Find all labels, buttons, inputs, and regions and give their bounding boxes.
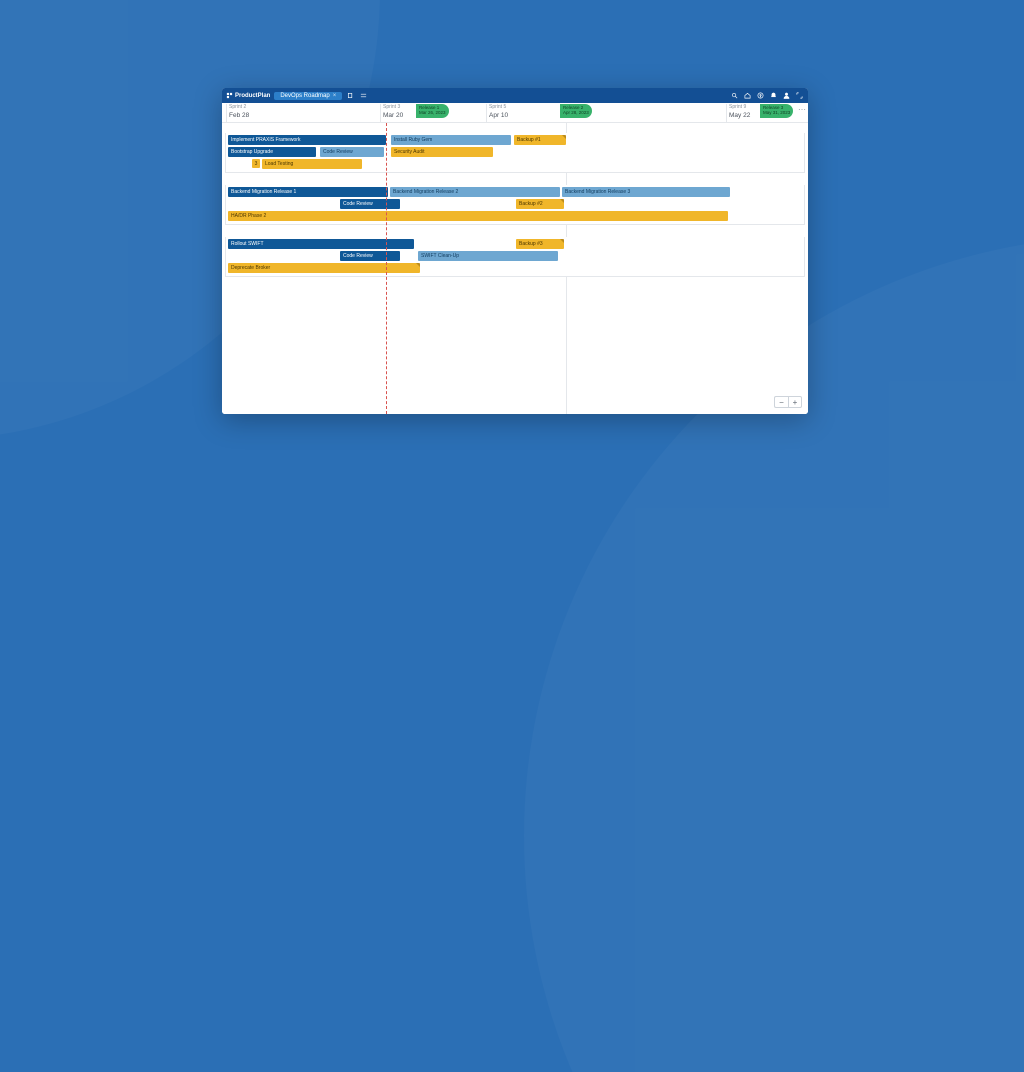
release-marker[interactable]: Release 1Mar 26, 2023 — [416, 104, 449, 118]
section-group: Implement PRAXIS Framework Install Ruby G… — [225, 133, 805, 173]
roadmap-bar[interactable]: Load Testing — [262, 159, 362, 169]
close-pill-icon[interactable]: × — [333, 93, 337, 99]
user-icon[interactable] — [782, 91, 791, 100]
chevron-down-icon: ▾ — [225, 177, 228, 184]
expand-icon[interactable] — [795, 91, 804, 100]
zoom-out-button[interactable]: − — [774, 396, 788, 408]
search-icon[interactable] — [730, 91, 739, 100]
timeline-tick: Sprint 2Feb 28 — [226, 104, 249, 122]
section-header[interactable]: ▾Product 1 — [222, 123, 808, 133]
roadmap-bar[interactable]: Backup #1 — [514, 135, 566, 145]
timeline-header: ⋯ Sprint 2Feb 28 Sprint 3Mar 20 Sprint 5Ap… — [222, 103, 808, 123]
timeline-tick: Sprint 9May 22 — [726, 104, 750, 122]
header-options-icon[interactable]: ⋯ — [798, 105, 806, 114]
brand[interactable]: ProductPlan — [226, 92, 270, 99]
roadmap-bar[interactable]: Code Review — [320, 147, 384, 157]
roadmap-bar[interactable]: Backup #2 — [516, 199, 564, 209]
count-badge[interactable]: 3 — [252, 159, 260, 168]
release-marker[interactable]: Release 2Apr 28, 2023 — [560, 104, 592, 118]
roadmap-bar[interactable]: SWIFT Clean-Up — [418, 251, 558, 261]
zoom-control: − + — [774, 396, 802, 408]
chevron-down-icon: ▾ — [225, 229, 228, 236]
chevron-down-icon: ▾ — [225, 125, 228, 132]
release-marker[interactable]: Release 3May 31, 2023 — [760, 104, 793, 118]
roadmap-bar[interactable]: Security Audit — [391, 147, 493, 157]
section-header[interactable]: ▾Product 3 — [222, 227, 808, 237]
zoom-in-button[interactable]: + — [788, 396, 802, 408]
roadmap-bar[interactable]: Bootstrap Upgrade — [228, 147, 316, 157]
roadmap-bar[interactable]: Install Ruby Gem — [391, 135, 511, 145]
brand-label: ProductPlan — [235, 93, 270, 99]
roadmap-bar[interactable]: Backend Migration Release 1 — [228, 187, 388, 197]
timeline-tick: Sprint 5Apr 10 — [486, 104, 508, 122]
roadmap-pill[interactable]: DevOps Roadmap × — [274, 92, 342, 100]
roadmap-bar[interactable]: Code Review — [340, 251, 400, 261]
arrows-icon[interactable] — [359, 91, 368, 100]
roadmap-bar[interactable]: Rollout SWIFT — [228, 239, 414, 249]
bell-icon[interactable] — [769, 91, 778, 100]
section-group: Backend Migration Release 1Backend Migra… — [225, 185, 805, 225]
roadmap-bar[interactable]: Implement PRAXIS Framework — [228, 135, 386, 145]
top-bar: ProductPlan DevOps Roadmap × ? — [222, 88, 808, 103]
roadmap-bar[interactable]: HA/DR Phase 2 — [228, 211, 728, 221]
section-group: Rollout SWIFT Backup #3 Code Review SWIFT C… — [225, 237, 805, 277]
roadmap-bar[interactable]: Code Review — [340, 199, 400, 209]
roadmap-bar[interactable]: Backup #3 — [516, 239, 564, 249]
app-window: ProductPlan DevOps Roadmap × ? ⋯ Sprint … — [222, 88, 808, 414]
roadmap-bar[interactable]: Backend Migration Release 3 — [562, 187, 730, 197]
roadmap-bar[interactable]: Backend Migration Release 2 — [390, 187, 560, 197]
section-header[interactable]: ▾Product 2 — [222, 175, 808, 185]
roadmap-bar[interactable]: Deprecate Broker — [228, 263, 420, 273]
timeline-tick: Sprint 3Mar 20 — [380, 104, 403, 122]
roadmap-label: DevOps Roadmap — [280, 93, 329, 99]
copy-icon[interactable] — [346, 91, 355, 100]
lanes-area: ▾Product 1 Implement PRAXIS Framework Inst… — [222, 123, 808, 414]
svg-text:?: ? — [760, 94, 762, 98]
home-icon[interactable] — [743, 91, 752, 100]
help-icon[interactable]: ? — [756, 91, 765, 100]
logo-icon — [226, 92, 233, 99]
